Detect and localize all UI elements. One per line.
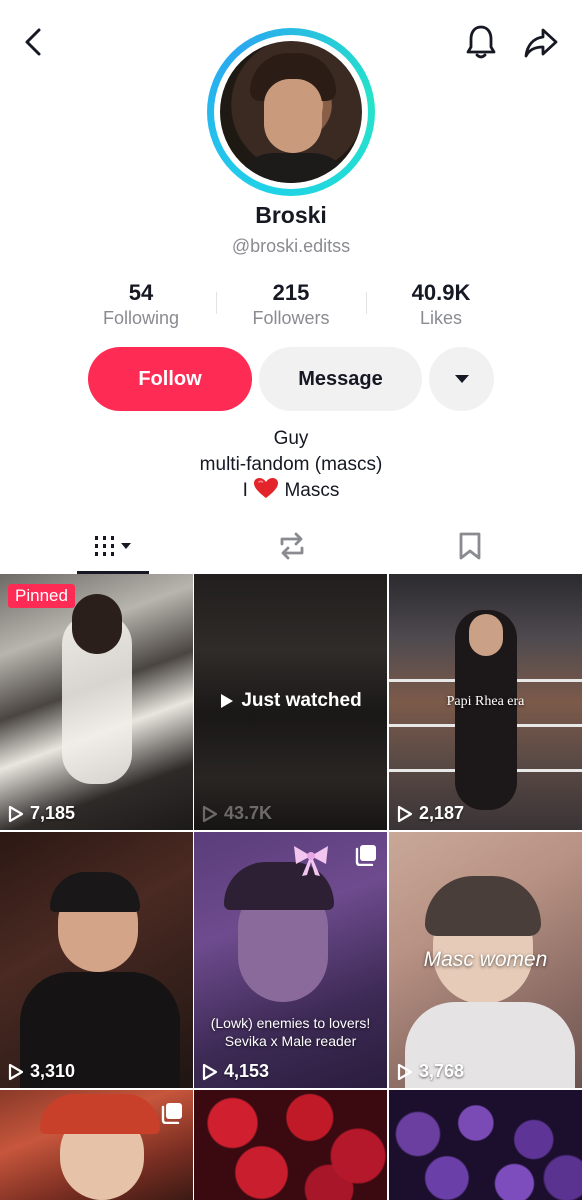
play-icon	[221, 694, 234, 708]
video-caption: Masc women	[423, 948, 548, 971]
video-tile[interactable]	[0, 1090, 193, 1200]
view-count: 4,153	[202, 1061, 269, 1082]
stat-followers[interactable]: 215 Followers	[216, 280, 366, 336]
play-icon	[397, 1063, 413, 1080]
pinned-badge: Pinned	[8, 584, 75, 608]
heart-icon	[254, 478, 279, 498]
thumbnail-figure	[40, 1094, 160, 1134]
thumbnail-figure	[72, 594, 122, 654]
bio-line: multi-fandom (mascs)	[199, 453, 383, 475]
display-name: Broski	[255, 202, 327, 228]
video-tile[interactable]: Papi Rhea era 2,187	[389, 574, 582, 830]
bio-text: Mascs	[284, 480, 340, 501]
bio-line: Guy	[273, 428, 309, 449]
stat-divider	[216, 292, 217, 314]
stat-following[interactable]: 54 Following	[66, 280, 216, 336]
caret-down-icon	[454, 375, 469, 383]
stat-following-value: 54	[128, 280, 154, 305]
video-tile[interactable]: 3,310	[0, 832, 193, 1088]
video-tile[interactable]: Masc women 3,768	[389, 832, 582, 1088]
repost-icon	[280, 532, 304, 560]
tab-videos[interactable]	[77, 520, 149, 572]
bow-icon	[294, 846, 328, 876]
view-count-text: 7,185	[30, 803, 76, 823]
video-tile[interactable]	[389, 1090, 582, 1200]
video-tile[interactable]	[194, 1090, 387, 1200]
stat-divider	[366, 292, 367, 314]
video-caption: Papi Rhea era	[446, 694, 525, 709]
bio: Guy multi-fandom (mascs) I Mascs	[0, 426, 582, 504]
view-count-text: 4,153	[224, 1061, 270, 1081]
avatar-border	[214, 35, 368, 189]
video-caption: (Lowk) enemies to lovers! Sevika x Male …	[194, 1014, 387, 1050]
stat-likes-label: Likes	[419, 308, 463, 328]
notification-bell-button[interactable]	[460, 20, 502, 64]
message-button[interactable]: Message	[259, 347, 422, 411]
tab-favorites[interactable]	[434, 520, 506, 572]
just-watched-text: Just watched	[241, 690, 362, 711]
bio-line: I Mascs	[0, 477, 582, 504]
bell-icon	[466, 25, 496, 59]
multi-photo-icon	[355, 845, 376, 866]
caption-line: Sevika x Male reader	[224, 1033, 357, 1049]
video-tile[interactable]: Pinned 7,185	[0, 574, 193, 830]
username: @broski.editss	[231, 236, 351, 256]
view-count: 7,185	[8, 803, 75, 824]
video-tile[interactable]: (Lowk) enemies to lovers! Sevika x Male …	[194, 832, 387, 1088]
follow-button[interactable]: Follow	[88, 347, 252, 411]
video-tile[interactable]: Just watched 43.7K	[194, 574, 387, 830]
more-options-button[interactable]	[429, 347, 494, 411]
video-thumbnail	[194, 1090, 387, 1200]
just-watched-label: Just watched	[194, 690, 387, 712]
thumbnail-figure	[469, 614, 503, 656]
video-grid: Pinned 7,185 Just watched 43.7K Papi Rhe…	[0, 574, 582, 1200]
play-icon	[8, 805, 24, 822]
caption-line: (Lowk) enemies to lovers!	[210, 1015, 371, 1031]
avatar-story-ring[interactable]	[207, 28, 375, 196]
view-count-text: 3,768	[419, 1061, 465, 1081]
view-count: 3,310	[8, 1061, 75, 1082]
play-icon	[202, 805, 218, 822]
view-count-text: 2,187	[419, 803, 465, 823]
avatar	[220, 41, 362, 183]
avatar-face	[264, 79, 322, 153]
play-icon	[8, 1063, 24, 1080]
content-tabs	[0, 520, 582, 574]
grid-icon	[95, 536, 131, 556]
bio-text: I	[242, 480, 248, 501]
share-button[interactable]	[518, 22, 564, 64]
stat-followers-label: Followers	[252, 308, 330, 328]
multi-photo-icon	[161, 1103, 182, 1124]
view-count: 3,768	[397, 1061, 464, 1082]
tab-reposts[interactable]	[256, 520, 328, 572]
chevron-left-icon	[25, 28, 41, 56]
view-count: 2,187	[397, 803, 464, 824]
stat-likes[interactable]: 40.9K Likes	[366, 280, 516, 336]
avatar-shirt	[234, 153, 352, 183]
play-icon	[202, 1063, 218, 1080]
share-arrow-icon	[524, 28, 558, 58]
stat-following-label: Following	[102, 308, 180, 328]
view-count-text: 43.7K	[224, 803, 273, 823]
video-thumbnail	[389, 1090, 582, 1200]
view-count: 43.7K	[202, 803, 272, 824]
stat-followers-value: 215	[272, 280, 310, 305]
stat-likes-value: 40.9K	[411, 280, 471, 305]
play-icon	[397, 805, 413, 822]
bookmark-icon	[459, 532, 481, 560]
view-count-text: 3,310	[30, 1061, 76, 1081]
profile-stats: 54 Following 215 Followers 40.9K Likes	[66, 280, 516, 336]
back-button[interactable]	[14, 22, 54, 62]
